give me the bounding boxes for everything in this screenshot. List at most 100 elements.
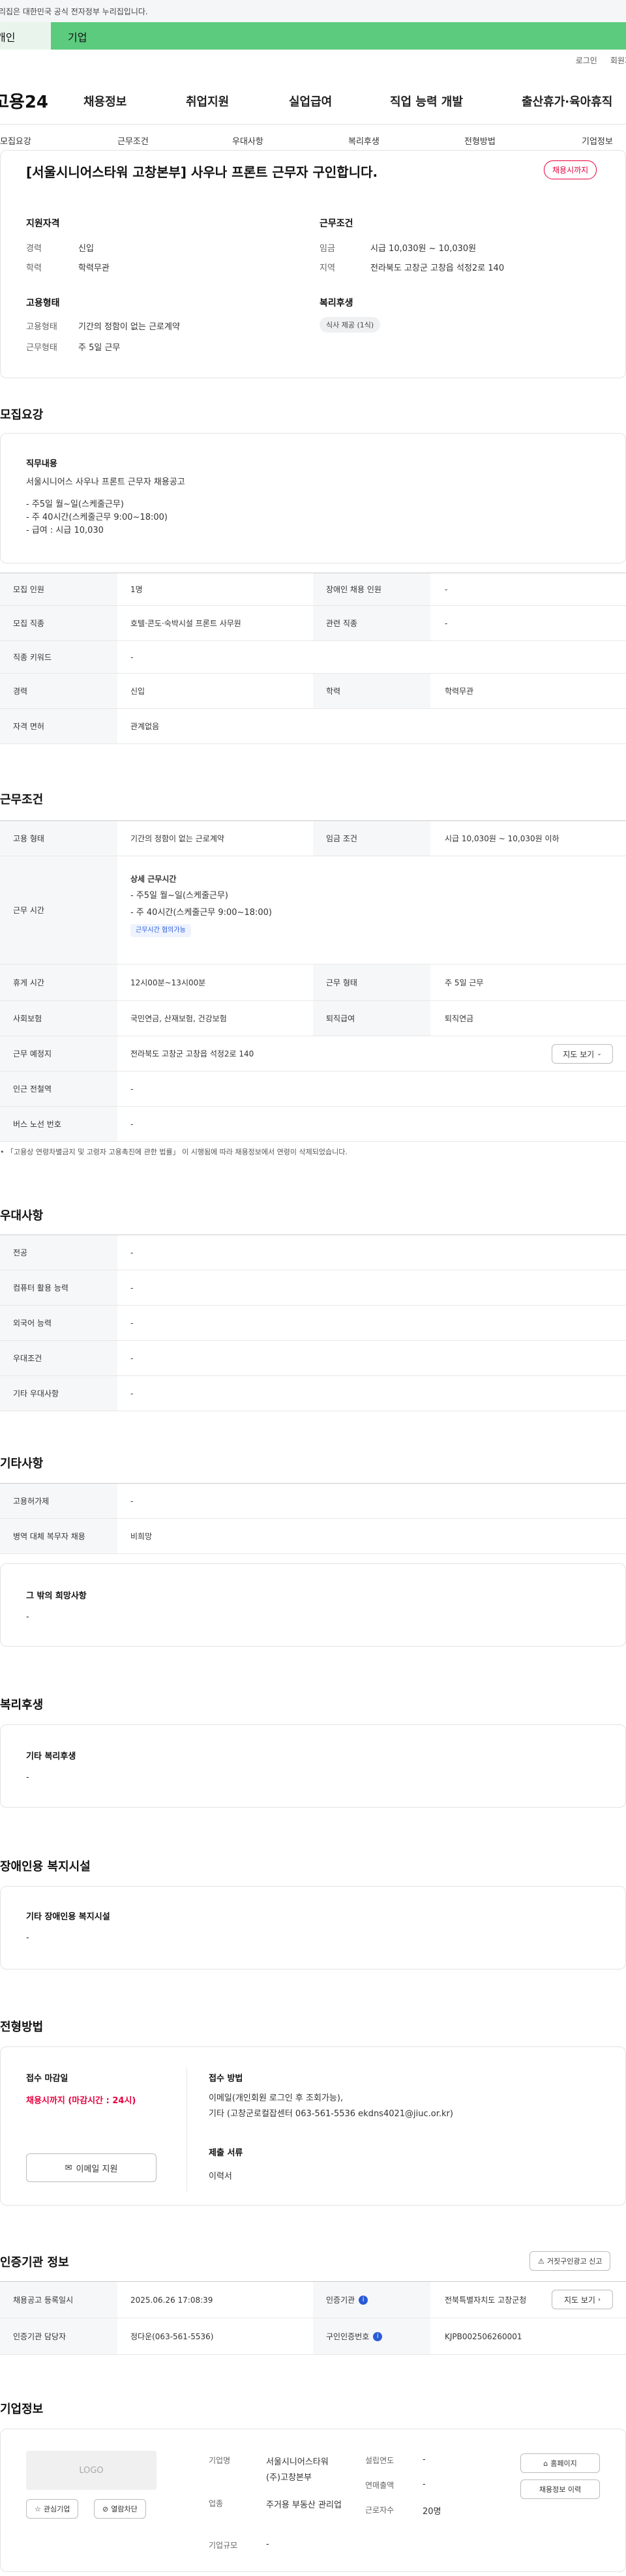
email-apply-button[interactable]: ✉ 이메일 지원 (26, 2153, 156, 2182)
table-row: 외국어 능력 - (0, 1306, 626, 1341)
method-heading: 접수 방법 (209, 2074, 243, 2084)
favorite-company-button[interactable]: ☆ 관심기업 (26, 2499, 79, 2519)
table-row: 근무 시간 상세 근무시간 - 주5일 월~일(스케줄근무) - 주 40시간(… (0, 856, 626, 965)
anchor-benefit[interactable]: 복리후생 (348, 134, 380, 147)
table-row: 인증기관 담당자 정다운(063-561-5536) 구인인증번호 i KJPB00… (0, 2318, 626, 2355)
anchor-company[interactable]: 기업정보 (582, 134, 613, 147)
method-value: 이메일(개인회원 로그인 후 조회가능), 기타 (고창군로컬잡센터 063-5… (209, 2093, 453, 2119)
anchor-recruit[interactable]: 모집요강 (0, 134, 31, 147)
revenue-label: 연매출액 (365, 2481, 395, 2490)
revenue-value: - (423, 2479, 426, 2489)
industry-value: 주거용 부동산 관리업 (266, 2500, 342, 2510)
table-row: 직종 키워드 - (0, 641, 626, 674)
disabled-value: - (26, 1933, 29, 1943)
section-title-disabled: 장애인용 복지시설 (0, 1860, 91, 1874)
table-row: 인근 전철역 - (0, 1071, 626, 1107)
etc-table: 고용허가제 - 병역 대체 복무자 채용 비희망 (0, 1483, 626, 1554)
map-view-button[interactable]: 지도 보기 ⌄ (552, 1044, 613, 1064)
cond-value: 시급 10,030원 ~ 10,030원 (370, 244, 477, 254)
qual-heading: 지원자격 (26, 218, 60, 229)
deadline-heading: 접수 마감일 (26, 2074, 68, 2084)
nav-item-employment-support[interactable]: 취업지원 (186, 93, 229, 110)
deadline-badge: 채용시까지 (544, 160, 597, 179)
age-law-note: • 「고용상 연령차별금지 및 고령자 고용촉진에 관한 법률」 이 시행됨에 … (0, 1148, 348, 1156)
block-icon: ⊘ (102, 2504, 109, 2513)
founded-value: - (423, 2455, 426, 2464)
nav-item-vocational-training[interactable]: 직업 능력 개발 (390, 93, 463, 110)
company-size-label: 기업규모 (209, 2541, 238, 2550)
user-type-tabs: 개인 기업 (0, 22, 626, 50)
section-title-recruit: 모집요강 (0, 408, 44, 422)
table-row: 사회보험 국민연금, 산재보험, 건강보험 퇴직급여 퇴직연금 (0, 1001, 626, 1036)
nav-item-unemployment-benefit[interactable]: 실업급여 (289, 93, 332, 110)
emp-value: 기간의 정함이 없는 근로계약 (78, 322, 180, 332)
welfare-heading: 복리후생 (320, 298, 353, 308)
anchor-apply[interactable]: 전형방법 (464, 134, 496, 147)
table-row: 버스 노선 번호 - (0, 1107, 626, 1142)
login-link[interactable]: 로그인 (576, 55, 597, 66)
cond-value: 전라북도 고창군 고창읍 석정2로 140 (370, 263, 505, 273)
section-title-work: 근무조건 (0, 793, 44, 807)
cond-label: 지역 (320, 263, 335, 273)
job-title: [서울시니어스타워 고창본부] 사우나 프론트 근무자 구인합니다. (26, 164, 378, 180)
block-view-button[interactable]: ⊘ 열람차단 (94, 2499, 146, 2519)
table-row: 병역 대체 복무자 채용 비희망 (0, 1519, 626, 1554)
benefit-value: - (26, 1773, 29, 1782)
tab-company[interactable]: 기업 (51, 22, 626, 50)
other-wishes-value: - (26, 1612, 29, 1622)
work-hours-detail: 상세 근무시간 - 주5일 월~일(스케줄근무) - 주 40시간(스케줄근무 … (130, 871, 272, 938)
table-row: 전공 - (0, 1235, 626, 1270)
section-title-benefit: 복리후생 (0, 1698, 44, 1712)
company-size-value: - (266, 2539, 269, 2549)
nav-item-jobs[interactable]: 채용정보 (83, 93, 127, 110)
section-title-pref: 우대사항 (0, 1209, 44, 1223)
main-nav: 채용정보 취업지원 실업급여 직업 능력 개발 출산휴가·육아휴직 (0, 93, 626, 112)
gov-notice-text: 이 누리집은 대한민국 공식 전자정부 누리집입니다. (0, 7, 148, 16)
cond-heading: 근무조건 (320, 218, 353, 229)
chevron-down-icon: ⌄ (597, 1051, 602, 1057)
job-history-button[interactable]: 채용정보 이력 (520, 2479, 600, 2499)
company-name-value: 서울시니어스타워 (주)고창본부 (266, 2457, 329, 2483)
section-title-company: 기업정보 (0, 2403, 44, 2416)
disabled-card (0, 1886, 626, 1969)
table-row: 기타 우대사항 - (0, 1376, 626, 1411)
qual-value: 학력무관 (78, 263, 110, 273)
agency-map-button[interactable]: 지도 보기 › (552, 2290, 613, 2309)
hours-negotiable-chip: 근무시간 협의가능 (130, 924, 191, 937)
agency-table: 채용공고 등록일시 2025.06.26 17:08:39 인증기관 i 전북특별자… (0, 2281, 626, 2355)
signup-link[interactable]: 회원가입 (610, 55, 626, 66)
table-row: 고용허가제 - (0, 1484, 626, 1519)
table-row: 고용 형태 기간의 정함이 없는 근로계약 임금 조건 시급 10,030원 ~ 1… (0, 821, 626, 856)
table-row: 우대조건 - (0, 1341, 626, 1376)
report-false-ad-button[interactable]: ⚠ 거짓구인광고 신고 (529, 2251, 611, 2271)
employees-label: 근로자수 (365, 2506, 395, 2515)
cond-label: 임금 (320, 244, 335, 254)
section-title-agency: 인증기관 정보 (0, 2256, 69, 2269)
emp-label: 근무형태 (26, 343, 57, 353)
table-row: 컴퓨터 활용 능력 - (0, 1270, 626, 1306)
other-wishes-card (0, 1563, 626, 1647)
nav-item-parental-leave[interactable]: 출산휴가·육아휴직 (522, 93, 612, 110)
employees-value: 20명 (423, 2507, 441, 2517)
docs-value: 이력서 (209, 2172, 232, 2181)
anchor-work[interactable]: 근무조건 (117, 134, 149, 147)
company-name-label: 기업명 (209, 2456, 231, 2465)
deadline-value: 채용시까지 (마감시간 : 24시) (26, 2096, 136, 2106)
info-icon[interactable]: i (359, 2295, 368, 2305)
anchor-pref[interactable]: 우대사항 (232, 134, 263, 147)
homepage-button[interactable]: ⌂ 홈페이지 (520, 2453, 600, 2473)
job-desc-body: 서울시니어스 사우나 프론트 근무자 채용공고 - 주5일 월~일(스케줄근무)… (26, 477, 185, 535)
siren-icon: ⚠ (538, 2256, 544, 2266)
tab-personal[interactable]: 개인 (0, 22, 51, 50)
section-title-apply: 전형방법 (0, 2020, 44, 2034)
table-row: 모집 인원 1명 장애인 채용 인원 - (0, 573, 626, 606)
emp-heading: 고용형태 (26, 298, 60, 308)
info-icon[interactable]: i (373, 2331, 383, 2341)
welfare-chip: 식사 제공 (1식) (320, 317, 381, 333)
disabled-heading: 기타 장애인용 복지시설 (26, 1912, 110, 1922)
table-row: 휴게 시간 12시00분~13시00분 근무 형태 주 5일 근무 (0, 965, 626, 1001)
apply-divider (186, 2067, 187, 2191)
mail-icon: ✉ (65, 2163, 72, 2173)
table-row: 모집 직종 호텔·콘도·숙박시설 프론트 사무원 관련 직종 - (0, 606, 626, 641)
section-title-etc: 기타사항 (0, 1457, 44, 1471)
